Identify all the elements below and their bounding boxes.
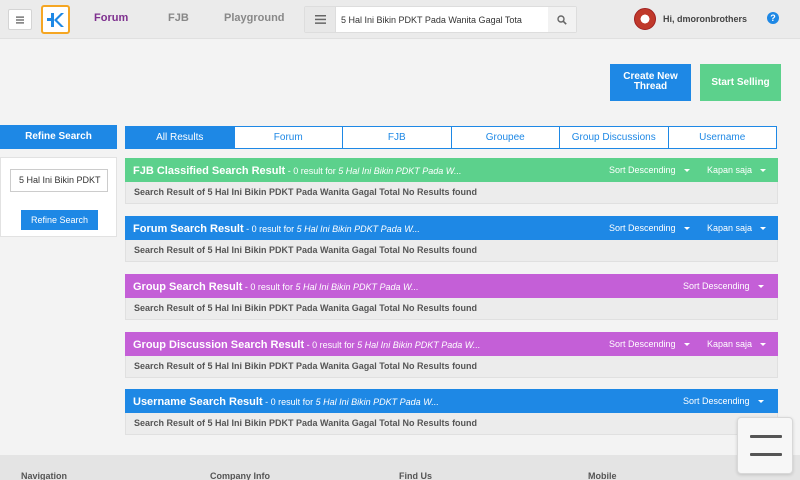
chevron-down-icon	[757, 400, 764, 404]
refine-search-title: Refine Search	[0, 125, 117, 149]
sort-dropdown[interactable]: Sort Descending	[683, 274, 764, 298]
search-category-menu-icon[interactable]	[305, 7, 336, 32]
start-selling-button[interactable]: Start Selling	[700, 64, 781, 101]
chevron-down-icon	[757, 285, 764, 289]
result-count: - 0 result for	[304, 340, 358, 350]
username-result-block: Username Search Result - 0 result for 5 …	[125, 389, 778, 435]
time-label: Kapan saja	[707, 223, 753, 233]
fjb-result-block: FJB Classified Search Result - 0 result …	[125, 158, 778, 204]
search-icon[interactable]	[548, 7, 576, 32]
top-header: Forum FJB Playground Hi, dmoronbrothers …	[0, 0, 800, 39]
nav-forum[interactable]: Forum	[94, 12, 128, 24]
result-message: Search Result of 5 Hal Ini Bikin PDKT Pa…	[125, 356, 778, 378]
tab-all-results[interactable]: All Results	[125, 126, 235, 149]
footer-find-us: Find Us	[399, 471, 432, 480]
search-input[interactable]	[341, 7, 549, 32]
result-query: 5 Hal Ini Bikin PDKT Pada W...	[295, 282, 419, 292]
result-header: Forum Search Result - 0 result for 5 Hal…	[125, 216, 778, 240]
result-count: - 0 result for	[243, 224, 297, 234]
footer-navigation: Navigation	[21, 471, 68, 480]
result-query: 5 Hal Ini Bikin PDKT Pada W...	[315, 397, 439, 407]
sort-label: Sort Descending	[683, 281, 750, 291]
chevron-down-icon	[760, 343, 767, 347]
tab-group-discussions[interactable]: Group Discussions	[559, 126, 669, 149]
footer-mobile: Mobile	[588, 471, 617, 480]
time-dropdown[interactable]: Kapan saja	[707, 158, 767, 182]
sort-label: Sort Descending	[683, 396, 750, 406]
time-label: Kapan saja	[707, 165, 753, 175]
sort-dropdown[interactable]: Sort Descending	[683, 389, 764, 413]
refine-search-panel: 5 Hal Ini Bikin PDKT Refine Search	[0, 157, 117, 237]
result-header: FJB Classified Search Result - 0 result …	[125, 158, 778, 182]
avatar[interactable]	[634, 8, 656, 30]
group-discussion-result-block: Group Discussion Search Result - 0 resul…	[125, 332, 778, 378]
result-message: Search Result of 5 Hal Ini Bikin PDKT Pa…	[125, 413, 778, 435]
menu-icon-bar	[750, 435, 782, 438]
result-title[interactable]: Username Search Result	[133, 396, 263, 408]
tab-groupee[interactable]: Groupee	[450, 126, 560, 149]
result-count: - 0 result for	[262, 397, 316, 407]
result-message: Search Result of 5 Hal Ini Bikin PDKT Pa…	[125, 182, 778, 204]
tab-forum[interactable]: Forum	[233, 126, 343, 149]
time-label: Kapan saja	[707, 339, 753, 349]
sort-label: Sort Descending	[609, 339, 676, 349]
result-query: 5 Hal Ini Bikin PDKT Pada W...	[338, 166, 462, 176]
sort-dropdown[interactable]: Sort Descending	[609, 216, 690, 240]
result-title[interactable]: FJB Classified Search Result	[133, 165, 285, 177]
menu-icon[interactable]	[737, 417, 793, 474]
sort-dropdown[interactable]: Sort Descending	[609, 158, 690, 182]
result-tabs: All Results Forum FJB Groupee Group Disc…	[125, 126, 777, 149]
refine-search-input-value: 5 Hal Ini Bikin PDKT	[19, 175, 101, 185]
search-bar	[304, 6, 577, 33]
chevron-down-icon	[683, 227, 690, 231]
result-message: Search Result of 5 Hal Ini Bikin PDKT Pa…	[125, 240, 778, 262]
hamburger-icon[interactable]	[8, 9, 32, 30]
nav-playground[interactable]: Playground	[224, 12, 285, 24]
nav-fjb[interactable]: FJB	[168, 12, 189, 24]
tab-username[interactable]: Username	[667, 126, 777, 149]
result-header: Group Discussion Search Result - 0 resul…	[125, 332, 778, 356]
result-header: Username Search Result - 0 result for 5 …	[125, 389, 778, 413]
result-count: - 0 result for	[285, 166, 339, 176]
chevron-down-icon	[760, 169, 767, 173]
sort-label: Sort Descending	[609, 223, 676, 233]
kaskus-logo[interactable]	[41, 5, 70, 34]
result-count: - 0 result for	[242, 282, 296, 292]
chevron-down-icon	[683, 169, 690, 173]
forum-result-block: Forum Search Result - 0 result for 5 Hal…	[125, 216, 778, 262]
help-icon[interactable]: ?	[767, 12, 779, 24]
menu-icon-bar	[750, 453, 782, 456]
result-title[interactable]: Group Search Result	[133, 281, 242, 293]
time-dropdown[interactable]: Kapan saja	[707, 332, 767, 356]
time-dropdown[interactable]: Kapan saja	[707, 216, 767, 240]
result-message: Search Result of 5 Hal Ini Bikin PDKT Pa…	[125, 298, 778, 320]
chevron-down-icon	[760, 227, 767, 231]
refine-search-button[interactable]: Refine Search	[21, 210, 98, 230]
footer-company-info: Company Info	[210, 471, 270, 480]
chevron-down-icon	[683, 343, 690, 347]
create-thread-button[interactable]: Create New Thread	[610, 64, 691, 101]
sort-dropdown[interactable]: Sort Descending	[609, 332, 690, 356]
group-result-block: Group Search Result - 0 result for 5 Hal…	[125, 274, 778, 320]
footer: Navigation Company Info Find Us Mobile	[0, 455, 800, 480]
result-header: Group Search Result - 0 result for 5 Hal…	[125, 274, 778, 298]
result-query: 5 Hal Ini Bikin PDKT Pada W...	[357, 340, 481, 350]
result-query: 5 Hal Ini Bikin PDKT Pada W...	[296, 224, 420, 234]
sort-label: Sort Descending	[609, 165, 676, 175]
tab-fjb[interactable]: FJB	[342, 126, 452, 149]
result-title[interactable]: Forum Search Result	[133, 223, 244, 235]
result-title[interactable]: Group Discussion Search Result	[133, 339, 304, 351]
user-greeting[interactable]: Hi, dmoronbrothers	[663, 14, 747, 24]
refine-search-input[interactable]: 5 Hal Ini Bikin PDKT	[10, 169, 108, 192]
